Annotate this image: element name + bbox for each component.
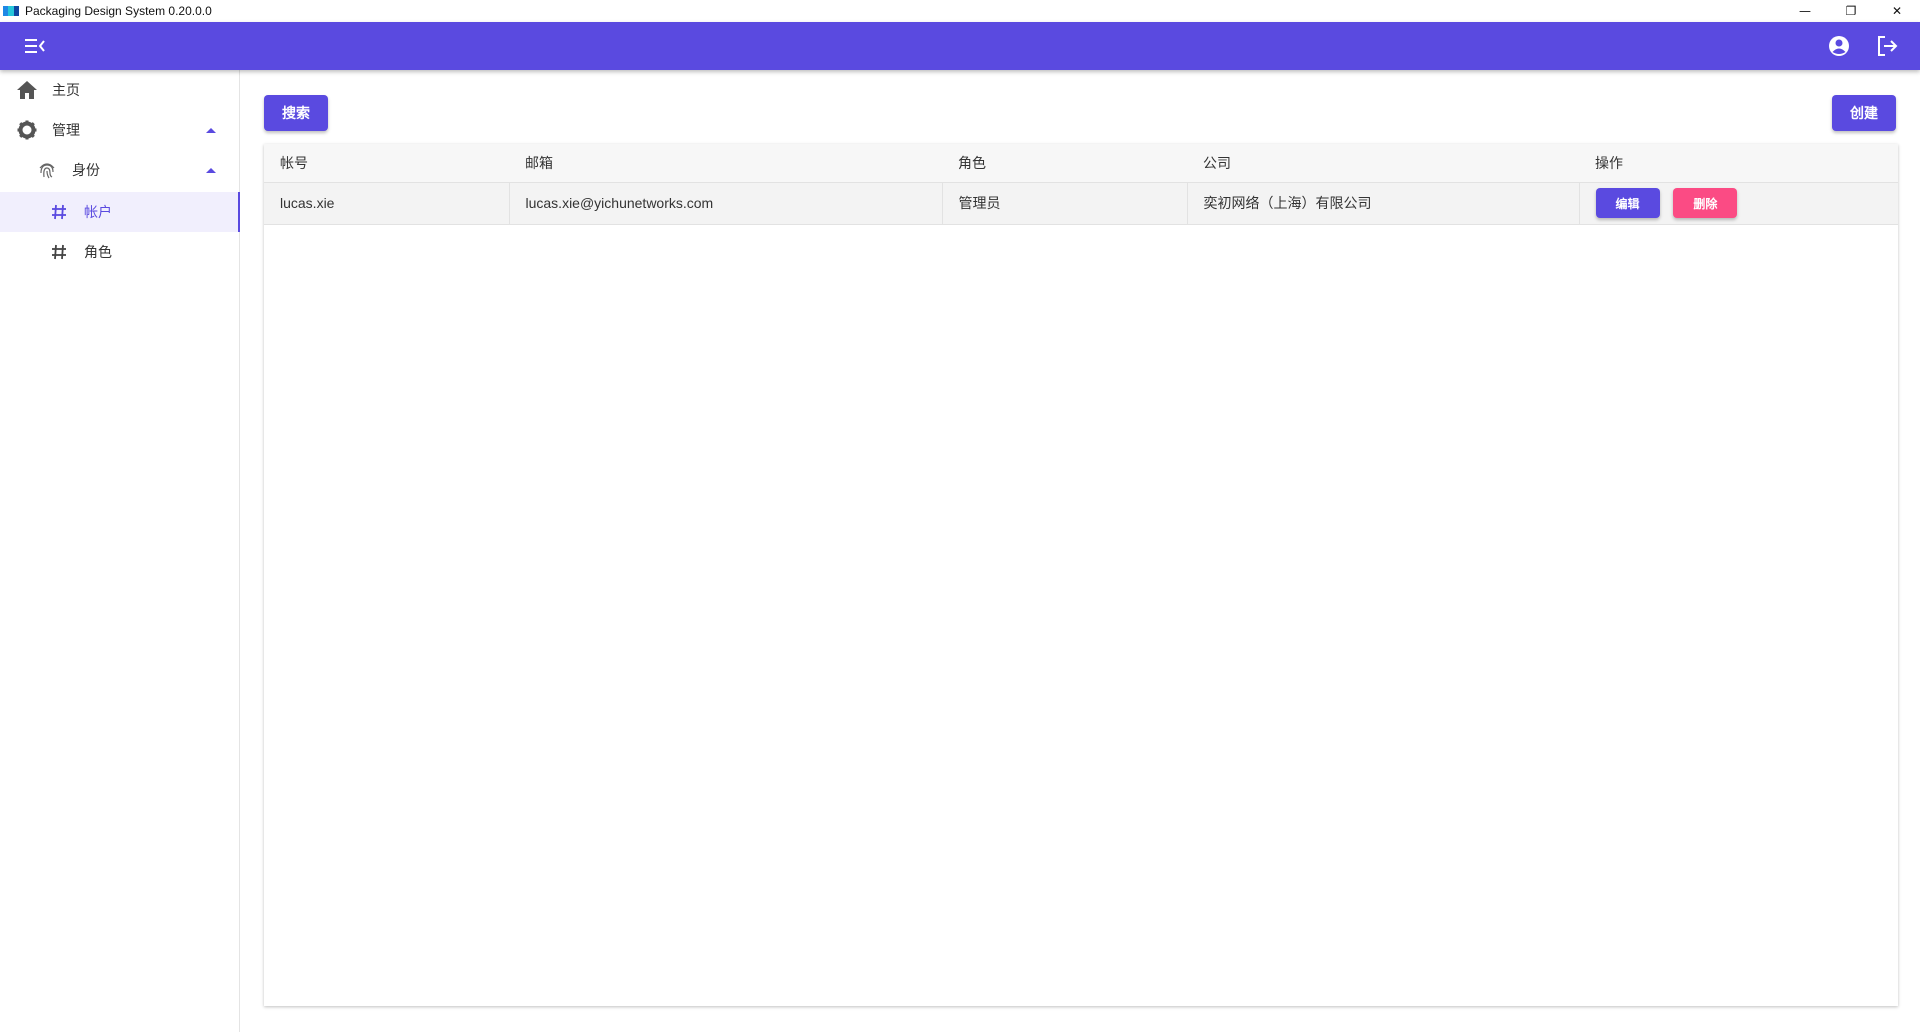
accounts-table: 帐号 邮箱 角色 公司 操作 lucas.xie lucas.xie@yichu… xyxy=(264,144,1898,225)
sidebar-item-management[interactable]: 管理 xyxy=(0,110,240,150)
hash-icon xyxy=(50,203,68,221)
column-header-company[interactable]: 公司 xyxy=(1187,144,1579,183)
cell-account: lucas.xie xyxy=(264,182,510,225)
column-header-role[interactable]: 角色 xyxy=(942,144,1187,183)
search-button[interactable]: 搜索 xyxy=(264,95,328,131)
table-row[interactable]: lucas.xie lucas.xie@yichunetworks.com 管理… xyxy=(264,182,1898,225)
cell-email: lucas.xie@yichunetworks.com xyxy=(509,182,943,225)
app-bar xyxy=(0,22,1920,70)
logout-icon[interactable] xyxy=(1874,34,1900,58)
main-content: 搜索 创建 帐号 邮箱 角色 公司 操作 lucas.xie lucas.xie… xyxy=(241,70,1920,1032)
sidebar-item-label: 身份 xyxy=(72,163,100,179)
delete-button[interactable]: 删除 xyxy=(1673,188,1738,218)
window-title: Packaging Design System 0.20.0.0 xyxy=(25,4,212,18)
sidebar-item-accounts[interactable]: 帐户 xyxy=(0,192,240,232)
table-header-row: 帐号 邮箱 角色 公司 操作 xyxy=(264,144,1898,183)
cell-actions: 编辑 删除 xyxy=(1579,182,1898,225)
hash-icon xyxy=(50,243,68,261)
menu-collapse-icon[interactable] xyxy=(22,34,48,58)
account-circle-icon[interactable] xyxy=(1826,34,1852,58)
cell-role: 管理员 xyxy=(942,182,1188,225)
sidebar-item-label: 角色 xyxy=(84,245,112,261)
column-header-actions: 操作 xyxy=(1579,144,1898,183)
fingerprint-icon xyxy=(36,160,58,180)
app-icon xyxy=(3,6,19,16)
chevron-up-icon xyxy=(206,167,216,173)
sidebar-item-home[interactable]: 主页 xyxy=(0,70,240,110)
window-titlebar: Packaging Design System 0.20.0.0 — ❐ ✕ xyxy=(0,0,1920,22)
accounts-table-card: 帐号 邮箱 角色 公司 操作 lucas.xie lucas.xie@yichu… xyxy=(264,144,1898,1006)
create-button[interactable]: 创建 xyxy=(1832,95,1896,131)
gear-icon xyxy=(16,120,38,140)
column-header-email[interactable]: 邮箱 xyxy=(509,144,942,183)
sidebar-item-label: 管理 xyxy=(52,123,80,139)
chevron-up-icon xyxy=(206,127,216,133)
home-icon xyxy=(16,80,38,100)
close-window-button[interactable]: ✕ xyxy=(1874,0,1920,22)
column-header-account[interactable]: 帐号 xyxy=(264,144,509,183)
sidebar-item-identity[interactable]: 身份 xyxy=(0,150,240,190)
sidebar-item-label: 主页 xyxy=(52,83,80,99)
restore-button[interactable]: ❐ xyxy=(1828,0,1874,22)
sidebar-item-roles[interactable]: 角色 xyxy=(0,232,240,272)
edit-button[interactable]: 编辑 xyxy=(1595,188,1660,218)
cell-company: 奕初网络（上海）有限公司 xyxy=(1187,182,1580,225)
sidebar: 主页 管理 身份 帐户 角色 xyxy=(0,70,240,1032)
minimize-button[interactable]: — xyxy=(1782,0,1828,22)
sidebar-item-label: 帐户 xyxy=(84,205,112,221)
